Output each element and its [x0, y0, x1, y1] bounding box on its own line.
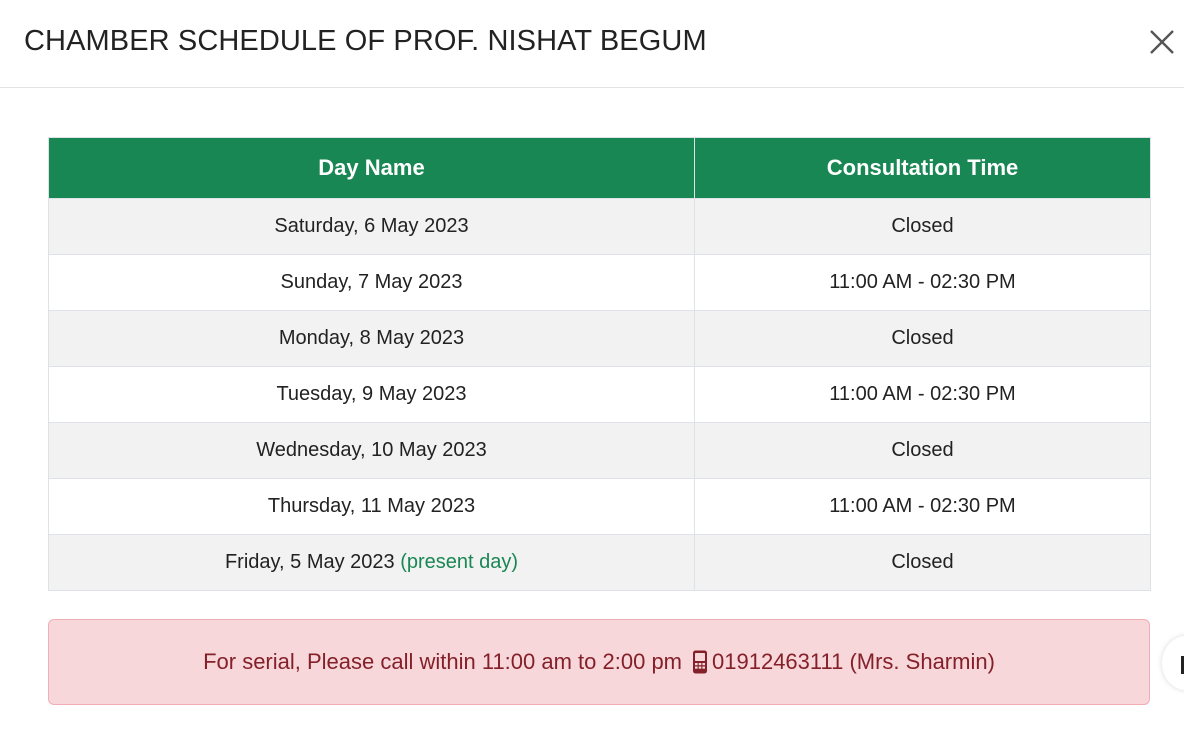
- serial-call-alert: For serial, Please call within 11:00 am …: [48, 619, 1150, 705]
- time-cell: Closed: [694, 198, 1151, 255]
- table-row-present-day: Friday, 5 May 2023 (present day) Closed: [48, 534, 1151, 591]
- table-row: Thursday, 11 May 2023 11:00 AM - 02:30 P…: [48, 478, 1151, 535]
- table-row: Sunday, 7 May 2023 11:00 AM - 02:30 PM: [48, 254, 1151, 311]
- day-cell: Monday, 8 May 2023: [48, 310, 695, 367]
- day-cell: Saturday, 6 May 2023: [48, 198, 695, 255]
- day-cell: Friday, 5 May 2023 (present day): [48, 534, 695, 591]
- time-cell: 11:00 AM - 02:30 PM: [694, 254, 1151, 311]
- present-day-label: (present day): [400, 551, 519, 573]
- close-button[interactable]: [1146, 26, 1178, 58]
- day-text: Friday, 5 May 2023: [224, 551, 395, 573]
- mobile-phone-icon: [693, 650, 708, 674]
- time-cell: Closed: [694, 534, 1151, 591]
- alert-text: For serial, Please call within 11:00 am …: [203, 649, 683, 674]
- table-header-row: Day Name Consultation Time: [48, 137, 1151, 199]
- time-cell: Closed: [694, 310, 1151, 367]
- modal-header: CHAMBER SCHEDULE OF PROF. NISHAT BEGUM: [0, 0, 1184, 88]
- close-icon: [1150, 30, 1174, 54]
- table-row: Tuesday, 9 May 2023 11:00 AM - 02:30 PM: [48, 366, 1151, 423]
- column-header-day: Day Name: [48, 137, 695, 199]
- column-header-time: Consultation Time: [694, 137, 1151, 199]
- time-cell: 11:00 AM - 02:30 PM: [694, 478, 1151, 535]
- table-row: Saturday, 6 May 2023 Closed: [48, 198, 1151, 255]
- time-cell: 11:00 AM - 02:30 PM: [694, 366, 1151, 423]
- table-row: Wednesday, 10 May 2023 Closed: [48, 422, 1151, 479]
- modal-title: CHAMBER SCHEDULE OF PROF. NISHAT BEGUM: [24, 25, 707, 57]
- floating-action-button[interactable]: [1162, 636, 1184, 690]
- day-cell: Tuesday, 9 May 2023: [48, 366, 695, 423]
- time-cell: Closed: [694, 422, 1151, 479]
- alert-phone-number: 01912463111 (Mrs. Sharmin): [712, 649, 995, 674]
- table-row: Monday, 8 May 2023 Closed: [48, 310, 1151, 367]
- schedule-table: Day Name Consultation Time Saturday, 6 M…: [48, 137, 1151, 591]
- day-cell: Thursday, 11 May 2023: [48, 478, 695, 535]
- day-cell: Wednesday, 10 May 2023: [48, 422, 695, 479]
- day-cell: Sunday, 7 May 2023: [48, 254, 695, 311]
- chamber-schedule-modal: CHAMBER SCHEDULE OF PROF. NISHAT BEGUM D…: [0, 0, 1184, 750]
